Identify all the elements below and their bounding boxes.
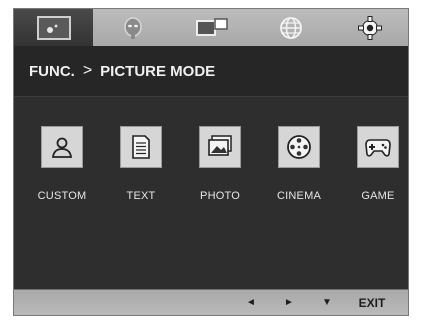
tab-settings[interactable] [330, 9, 409, 46]
tab-globe[interactable] [251, 9, 330, 46]
mode-custom-box [41, 126, 83, 168]
tab-picture[interactable] [14, 9, 93, 46]
mode-custom[interactable]: CUSTOM [32, 126, 92, 202]
mode-text[interactable]: TEXT [111, 126, 171, 202]
mode-cinema[interactable]: CINEMA [269, 126, 329, 202]
mode-cinema-box [278, 126, 320, 168]
gear-icon [357, 15, 382, 40]
breadcrumb-parent: FUNC. [29, 62, 75, 80]
tab-bar [14, 9, 408, 47]
breadcrumb: FUNC. > PICTURE MODE [14, 46, 408, 97]
mode-label: PHOTO [200, 190, 240, 202]
mode-label: CUSTOM [37, 190, 87, 202]
exit-button[interactable]: EXIT [352, 290, 392, 315]
document-icon [132, 135, 150, 159]
left-arrow-button[interactable]: ◄ [242, 290, 260, 315]
person-icon [51, 137, 73, 158]
mode-game-box [357, 126, 399, 168]
mode-label: GAME [361, 190, 395, 202]
globe-icon [279, 16, 302, 39]
gamepad-icon [365, 139, 391, 157]
osd-menu: FUNC. > PICTURE MODE CUSTOM TEXT PHOTO C… [13, 8, 409, 316]
mode-label: TEXT [126, 190, 156, 202]
mode-photo-box [199, 126, 241, 168]
mode-label: CINEMA [277, 190, 321, 202]
breadcrumb-separator: > [82, 62, 93, 79]
bottom-bar: ◄ ► ▼ EXIT [14, 289, 408, 315]
down-arrow-button[interactable]: ▼ [318, 290, 336, 315]
mode-photo[interactable]: PHOTO [190, 126, 250, 202]
mode-game[interactable]: GAME [348, 126, 408, 202]
right-arrow-button[interactable]: ► [280, 290, 298, 315]
mode-text-box [120, 126, 162, 168]
photo-icon [208, 135, 232, 156]
tab-face[interactable] [93, 9, 172, 46]
face-icon [123, 16, 142, 39]
page-title: PICTURE MODE [100, 62, 216, 80]
tab-screens[interactable] [172, 9, 251, 46]
screens-icon [195, 17, 228, 36]
picture-adjust-icon [36, 15, 71, 40]
film-reel-icon [287, 135, 311, 159]
